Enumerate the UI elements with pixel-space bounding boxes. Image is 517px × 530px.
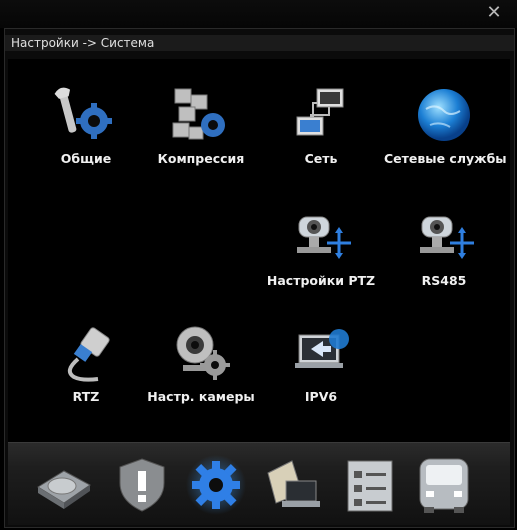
tile-network-services[interactable]: Сетевые службы	[384, 83, 507, 166]
tile-ptz-settings[interactable]: Настройки PTZ	[261, 205, 381, 288]
tile-camera-settings[interactable]: Настр. камеры	[141, 321, 261, 404]
tile-ipv6-label: IPV6	[304, 389, 338, 404]
breadcrumb: Настройки -> Система	[11, 36, 155, 50]
dock-record[interactable]	[262, 453, 326, 517]
title-bar: ✕	[0, 0, 517, 28]
tile-compression-label: Компрессия	[157, 151, 245, 166]
laptop-globe-icon	[295, 329, 349, 368]
checklist-icon	[347, 460, 393, 512]
settings-grid: Общие Компрессия Сеть Сетевые службы Нас…	[8, 59, 510, 467]
ptz-camera-icon	[297, 216, 351, 259]
webcam-gear-icon	[176, 326, 230, 380]
wrench-gear-icon	[54, 87, 112, 139]
tile-network[interactable]: Сеть	[261, 83, 381, 166]
tile-network-label: Сеть	[304, 151, 338, 166]
tile-network-services-label: Сетевые службы	[384, 151, 507, 166]
network-icon	[296, 88, 344, 136]
cable-plug-icon	[67, 327, 110, 382]
tile-compression[interactable]: Компрессия	[141, 83, 261, 166]
system-gear-icon	[186, 455, 246, 515]
tile-rtz-label: RTZ	[72, 389, 100, 404]
dock-system[interactable]	[184, 453, 248, 517]
tile-camera-settings-label: Настр. камеры	[147, 389, 255, 404]
tile-ptz-settings-label: Настройки PTZ	[266, 273, 376, 288]
tile-rs485-label: RS485	[421, 273, 467, 288]
rs485-camera-icon	[420, 216, 474, 259]
tile-rtz[interactable]: RTZ	[26, 321, 146, 404]
main-dock	[8, 442, 510, 525]
settings-window: Настройки -> Система Общие Компрессия Се…	[4, 28, 515, 528]
breadcrumb-bar: Настройки -> Система	[5, 35, 514, 51]
dock-info[interactable]	[338, 453, 402, 517]
alarm-shield-icon	[119, 458, 165, 512]
dock-hdd[interactable]	[32, 453, 96, 517]
tile-rs485[interactable]: RS485	[384, 205, 504, 288]
tile-general[interactable]: Общие	[26, 83, 146, 166]
hdd-icon	[37, 470, 91, 509]
compression-icon	[172, 88, 225, 140]
bus-icon	[419, 458, 469, 513]
dock-alarm[interactable]	[110, 453, 174, 517]
globe-icon	[418, 89, 470, 141]
dock-logout[interactable]	[412, 453, 476, 517]
tile-general-label: Общие	[60, 151, 112, 166]
record-schedule-icon	[267, 460, 320, 507]
close-icon[interactable]: ✕	[485, 4, 503, 22]
tile-ipv6[interactable]: IPV6	[261, 321, 381, 404]
